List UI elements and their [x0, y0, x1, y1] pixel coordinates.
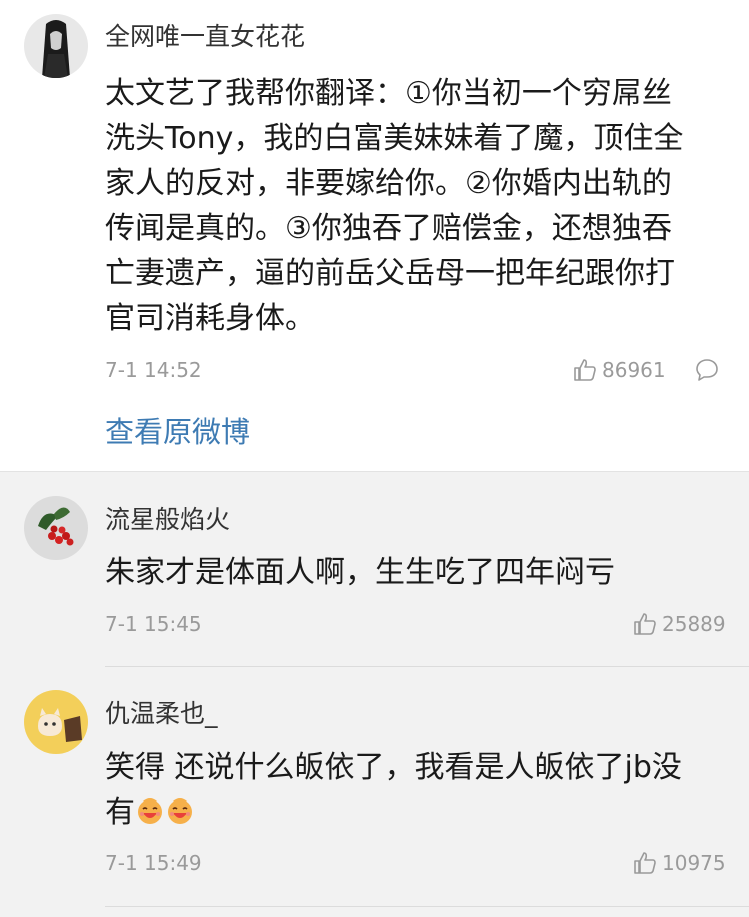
like-button[interactable]: 25889 [632, 610, 726, 638]
username[interactable]: 流星般焰火 [105, 505, 230, 535]
like-button[interactable]: 86961 [572, 356, 666, 384]
top-comment-card: 全网唯一直女花花 太文艺了我帮你翻译：①你当初一个穷屌丝 洗头Tony，我的白富… [0, 0, 749, 472]
timestamp: 7-1 14:52 [105, 358, 202, 382]
laughing-face-emoji [138, 798, 162, 824]
laughing-face-emoji [168, 798, 192, 824]
avatar-image [24, 496, 88, 560]
avatar[interactable] [24, 496, 88, 560]
comment-line: 有 [105, 790, 682, 835]
view-original-weibo-link[interactable]: 查看原微博 [105, 412, 250, 452]
divider [105, 906, 749, 907]
timestamp: 7-1 15:49 [105, 851, 202, 875]
thumbs-up-icon [574, 359, 596, 381]
username[interactable]: 仇温柔也_ [105, 699, 218, 729]
comment-line: 传闻是真的。③你独吞了赔偿金，还想独吞 [105, 211, 672, 246]
comment-line: 官司消耗身体。 [105, 301, 315, 336]
like-count: 10975 [662, 851, 726, 875]
comment-line: 太文艺了我帮你翻译：①你当初一个穷屌丝 [105, 76, 672, 111]
thumbs-up-icon [634, 613, 656, 635]
comment-line: 亡妻遗产，逼的前岳父岳母一把年纪跟你打 [105, 256, 675, 291]
avatar-image [24, 14, 88, 78]
thumbs-up-icon [634, 852, 656, 874]
speech-bubble-icon[interactable] [694, 357, 720, 383]
comment-line: 洗头Tony，我的白富美妹妹着了魔，顶住全 [105, 121, 684, 156]
like-count: 25889 [662, 612, 726, 636]
timestamp: 7-1 15:45 [105, 612, 202, 636]
comment-line: 笑得 还说什么皈依了，我看是人皈依了jb没 [105, 750, 682, 785]
comment-item: 仇温柔也_ 笑得 还说什么皈依了，我看是人皈依了jb没 有 7-1 15:49 [0, 667, 749, 907]
avatar[interactable] [24, 14, 88, 78]
comment-line: 家人的反对，非要嫁给你。②你婚内出轨的 [105, 166, 672, 201]
comment-line-text: 有 [105, 795, 135, 830]
username[interactable]: 全网唯一直女花花 [105, 22, 305, 52]
avatar-image [24, 690, 88, 754]
comment-text: 朱家才是体面人啊，生生吃了四年闷亏 [105, 555, 615, 590]
comment-item: 流星般焰火 朱家才是体面人啊，生生吃了四年闷亏 7-1 15:45 25889 [0, 472, 749, 666]
avatar[interactable] [24, 690, 88, 754]
comment-text: 太文艺了我帮你翻译：①你当初一个穷屌丝 洗头Tony，我的白富美妹妹着了魔，顶住… [105, 71, 683, 341]
like-count: 86961 [602, 358, 666, 382]
comment-text: 笑得 还说什么皈依了，我看是人皈依了jb没 有 [105, 745, 682, 835]
like-button[interactable]: 10975 [632, 849, 726, 877]
